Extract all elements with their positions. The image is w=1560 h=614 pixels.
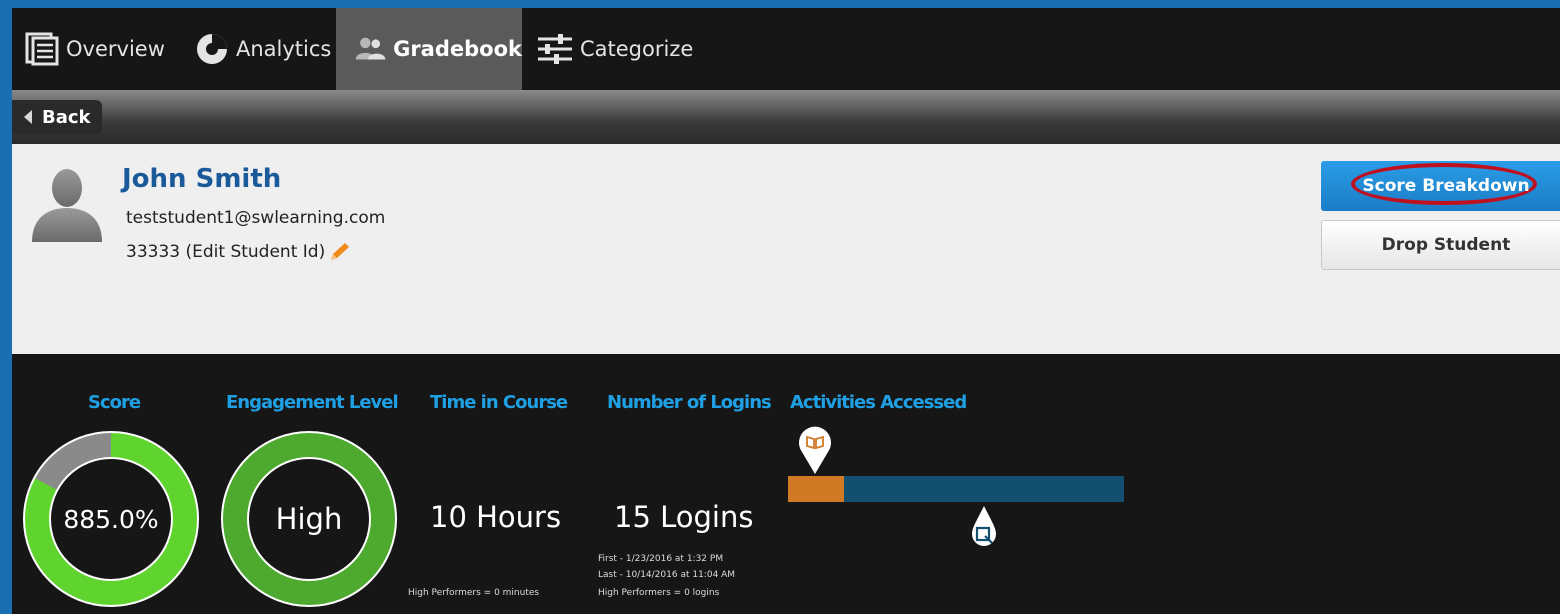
book-pin-icon — [799, 426, 831, 474]
sliders-icon — [538, 34, 572, 64]
student-profile: John Smith teststudent1@swlearning.com 3… — [12, 144, 1560, 354]
score-value: 885.0% — [63, 504, 159, 534]
activities-bar — [788, 426, 1124, 546]
logins-last: Last - 10/14/2016 at 11:04 AM — [598, 570, 736, 580]
logins-first: First - 1/23/2016 at 1:32 PM — [598, 554, 724, 564]
tab-label: Analytics — [236, 37, 332, 61]
drop-student-label: Drop Student — [1381, 235, 1511, 255]
tab-overview[interactable]: Overview — [24, 8, 174, 90]
engagement-label: Engagement Level — [226, 392, 399, 413]
chevron-left-icon — [24, 110, 32, 124]
quiz-drop-icon — [972, 506, 996, 546]
student-name: John Smith — [122, 164, 282, 194]
logins-label: Number of Logins — [607, 392, 772, 413]
activities-label: Activities Accessed — [790, 392, 967, 413]
student-id-text: 33333 (Edit Student Id) — [126, 242, 326, 262]
back-label: Back — [42, 106, 91, 128]
tab-categorize[interactable]: Categorize — [536, 8, 706, 90]
document-icon — [25, 32, 59, 66]
engagement-value: High — [275, 502, 343, 536]
top-nav: Overview Analytics Gradebook Categorize — [12, 8, 1560, 90]
logins-note: High Performers = 0 logins — [598, 588, 720, 598]
back-button[interactable]: Back — [12, 100, 102, 134]
student-id[interactable]: 33333 (Edit Student Id) — [126, 242, 351, 262]
time-label: Time in Course — [430, 392, 568, 413]
pencil-icon[interactable] — [329, 242, 351, 262]
tab-label: Gradebook — [393, 37, 522, 61]
users-icon — [355, 37, 386, 60]
app-frame: Overview Analytics Gradebook Categorize … — [12, 8, 1560, 614]
activities-progress — [788, 476, 844, 502]
time-note: High Performers = 0 minutes — [408, 588, 540, 598]
pie-icon — [197, 34, 227, 64]
back-bar: Back — [12, 90, 1560, 144]
drop-student-button[interactable]: Drop Student — [1321, 220, 1560, 270]
stats-panel: Score 885.0% Engagement Level High Time … — [12, 354, 1560, 614]
student-email: teststudent1@swlearning.com — [126, 208, 386, 228]
score-breakdown-button[interactable]: Score Breakdown — [1321, 161, 1560, 211]
avatar — [32, 169, 102, 242]
tab-gradebook[interactable]: Gradebook — [336, 8, 522, 90]
tab-label: Categorize — [580, 37, 694, 61]
logins-value: 15 Logins — [614, 500, 754, 534]
time-value: 10 Hours — [430, 500, 562, 534]
tab-analytics[interactable]: Analytics — [194, 8, 334, 90]
score-label: Score — [88, 392, 141, 413]
tab-label: Overview — [66, 37, 165, 61]
score-breakdown-label: Score Breakdown — [1362, 176, 1530, 196]
